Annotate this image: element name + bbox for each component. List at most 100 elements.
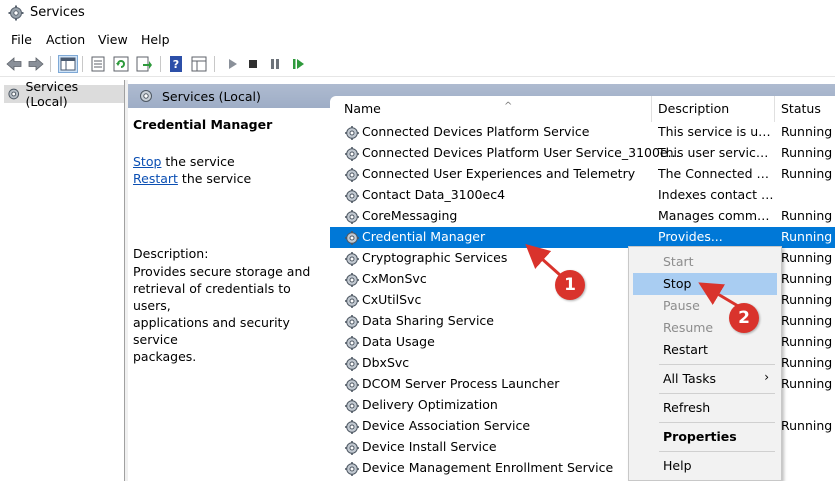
service-name: Credential Manager xyxy=(362,229,486,244)
menu-item-all-tasks[interactable]: All Tasks › xyxy=(633,368,777,390)
service-name: Device Association Service xyxy=(362,418,531,433)
menu-view[interactable]: View xyxy=(98,32,128,47)
service-status: Running xyxy=(781,271,833,286)
service-gear-icon xyxy=(344,125,360,141)
description-line: packages. xyxy=(133,349,197,364)
service-gear-icon xyxy=(344,167,360,183)
service-description: Indexes contact d... xyxy=(658,187,776,202)
view-list-icon[interactable] xyxy=(190,55,208,73)
service-row[interactable]: Connected Devices Platform Service This s… xyxy=(330,122,835,143)
description-label: Description: xyxy=(133,246,209,261)
service-status: Running xyxy=(781,124,833,139)
service-name: Contact Data_3100ec4 xyxy=(362,187,506,202)
pane-title: Services (Local) xyxy=(162,89,261,104)
service-name: Connected Devices Platform Service xyxy=(362,124,590,139)
description-line: retrieval of credentials to users, xyxy=(133,281,291,313)
restart-action: Restart the service xyxy=(133,171,251,186)
service-row[interactable]: CoreMessaging Manages commu... Running xyxy=(330,206,835,227)
pause-icon[interactable] xyxy=(266,55,284,73)
properties-sheet-icon[interactable] xyxy=(89,55,107,73)
service-status: Running xyxy=(781,376,833,391)
menu-item-refresh[interactable]: Refresh xyxy=(633,397,777,419)
menu-item-start[interactable]: Start xyxy=(633,251,777,273)
service-gear-icon xyxy=(344,419,360,435)
stop-icon[interactable] xyxy=(244,55,262,73)
column-header-status[interactable]: Status xyxy=(774,96,835,122)
menu-item-properties[interactable]: Properties xyxy=(633,426,777,448)
service-name: Device Install Service xyxy=(362,439,497,454)
column-description-label: Description xyxy=(658,101,730,116)
service-name: CxUtilSvc xyxy=(362,292,422,307)
column-status-label: Status xyxy=(781,101,821,116)
service-status: Running xyxy=(781,229,833,244)
export-list-icon[interactable] xyxy=(135,55,153,73)
service-name: Data Sharing Service xyxy=(362,313,494,328)
menu-action[interactable]: Action xyxy=(46,32,85,47)
service-row[interactable]: Credential Manager Provides... Running xyxy=(330,227,835,248)
title-bar: Services xyxy=(0,0,835,28)
stop-action: Stop the service xyxy=(133,154,235,169)
window-title: Services xyxy=(30,5,85,20)
service-gear-icon xyxy=(344,251,360,267)
menu-item-restart[interactable]: Restart xyxy=(633,339,777,361)
service-name: CoreMessaging xyxy=(362,208,458,223)
description-line: Provides secure storage and xyxy=(133,264,311,279)
service-gear-icon xyxy=(344,314,360,330)
menu-item-help[interactable]: Help xyxy=(633,455,777,477)
service-status: Running xyxy=(781,292,833,307)
service-gear-icon xyxy=(344,356,360,372)
description-line: applications and security service xyxy=(133,315,290,347)
restart-link[interactable]: Restart xyxy=(133,171,178,186)
service-gear-icon xyxy=(344,440,360,456)
service-status: Running xyxy=(781,355,833,370)
console-tree: Services (Local) xyxy=(0,79,125,481)
service-status: Running xyxy=(781,166,833,181)
context-menu: Start Stop Pause Resume Restart All Task… xyxy=(628,246,782,481)
column-header-name[interactable]: Name ^ xyxy=(344,96,649,122)
service-status: Running xyxy=(781,334,833,349)
tree-item-services-local[interactable]: Services (Local) xyxy=(4,79,124,109)
play-icon[interactable] xyxy=(224,55,242,73)
service-gear-icon xyxy=(344,188,360,204)
menu-help[interactable]: Help xyxy=(141,32,170,47)
chevron-right-icon: › xyxy=(764,370,769,384)
service-description: This service is us... xyxy=(658,124,776,139)
help-book-icon[interactable]: ? xyxy=(167,55,185,73)
annotation-badge-2: 2 xyxy=(729,303,759,333)
service-name: Data Usage xyxy=(362,334,435,349)
service-status: Running xyxy=(781,313,833,328)
service-status: Running xyxy=(781,418,833,433)
description-text: Provides secure storage and retrieval of… xyxy=(133,263,328,365)
menu-item-stop[interactable]: Stop xyxy=(633,273,777,295)
stop-link[interactable]: Stop xyxy=(133,154,161,169)
forward-arrow-icon[interactable] xyxy=(27,55,45,73)
back-arrow-icon[interactable] xyxy=(5,55,23,73)
service-name: CxMonSvc xyxy=(362,271,427,286)
service-gear-icon xyxy=(344,335,360,351)
restart-icon[interactable] xyxy=(289,55,307,73)
selected-service-title: Credential Manager xyxy=(133,117,273,132)
service-row[interactable]: Connected Devices Platform User Service_… xyxy=(330,143,835,164)
service-gear-icon xyxy=(344,293,360,309)
service-row[interactable]: Contact Data_3100ec4 Indexes contact d... xyxy=(330,185,835,206)
column-header-description[interactable]: Description xyxy=(651,96,774,122)
console-tree-icon[interactable] xyxy=(58,55,78,73)
gear-icon xyxy=(8,5,24,21)
menu-file[interactable]: File xyxy=(11,32,32,47)
service-name: Connected User Experiences and Telemetry xyxy=(362,166,636,181)
service-name: Cryptographic Services xyxy=(362,250,508,265)
service-gear-icon xyxy=(344,146,360,162)
service-description: Manages commu... xyxy=(658,208,776,223)
service-name: DbxSvc xyxy=(362,355,410,370)
service-description: This user service i... xyxy=(658,145,776,160)
extended-panel: Credential Manager Stop the service Rest… xyxy=(128,108,328,481)
service-description: The Connected U... xyxy=(658,166,776,181)
toolbar: ? xyxy=(0,52,835,77)
service-name: Connected Devices Platform User Service_… xyxy=(362,145,680,160)
service-row[interactable]: Connected User Experiences and Telemetry… xyxy=(330,164,835,185)
tree-item-label: Services (Local) xyxy=(25,79,79,109)
gear-icon xyxy=(140,90,152,102)
menu-bar: File Action View Help xyxy=(0,30,835,50)
refresh-icon[interactable] xyxy=(112,55,130,73)
sort-up-icon: ^ xyxy=(504,101,513,112)
